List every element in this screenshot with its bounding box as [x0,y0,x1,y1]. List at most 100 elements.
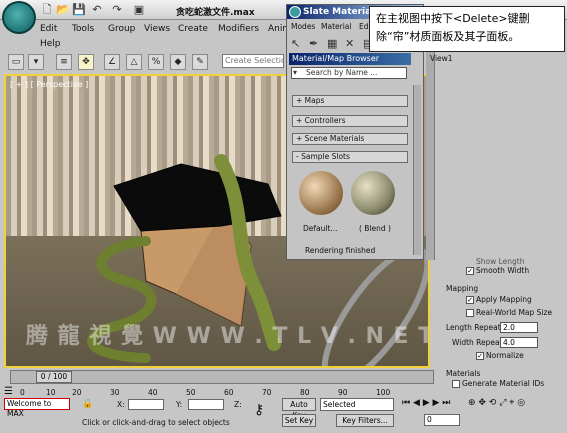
menu-modifiers[interactable]: Modifiers [218,24,259,34]
app-window: 🗋 📂 💾 ↶ ↷ ▣ 贪吃蛇激文件.max Edit Tools Group … [0,0,567,433]
menu-views[interactable]: Views [144,24,170,34]
tick-70: 70 [262,388,272,397]
timeline-config-icon[interactable]: ☰ [4,386,13,397]
view-panel [434,48,566,260]
maxscript-listener[interactable]: Welcome to MAX [4,398,70,418]
slate-menu-modes[interactable]: Modes [291,22,315,31]
rollout-maps[interactable]: + Maps [292,95,408,107]
generate-ids-label: Generate Material IDs [462,379,545,388]
tick-20: 20 [72,388,82,397]
rollout-sample-slots[interactable]: - Sample Slots [292,151,408,163]
sample-sphere-blend[interactable] [351,171,395,215]
snap-icon[interactable]: ∠ [104,54,120,70]
select-icon[interactable]: ▭ [8,54,24,70]
slot-default-label: Default... [303,224,338,233]
x-coord-field[interactable] [128,399,164,410]
file-title: 贪吃蛇激文件.max [176,8,255,18]
pick-icon[interactable]: ↖ [291,37,300,50]
menu-group[interactable]: Group [108,24,135,34]
slot-blend-label: ( Blend ) [359,224,391,233]
width-repeat-input[interactable]: 4.0 [500,337,538,348]
mapping-header: Mapping [446,284,479,293]
slate-logo-icon [289,6,301,18]
real-world-label: Real-World Map Size [476,308,553,317]
normalize-checkbox[interactable]: ✓ [476,352,484,360]
menu-create[interactable]: Create [178,24,208,34]
search-input[interactable]: Search by Name ... [291,67,407,79]
callout-box: 在主视图中按下<Delete>键删除“帘”材质面板及其子面板。 [369,6,565,52]
apply-mapping-label: Apply Mapping [476,295,532,304]
open-icon[interactable]: 📂 [56,3,70,17]
set-key-button[interactable]: Set Key [282,414,316,427]
status-prompt: Click or click-and-drag to select object… [82,418,230,427]
tick-10: 10 [46,388,56,397]
select-name-icon[interactable]: ≡ [56,54,72,70]
apply-mapping-checkbox[interactable]: ✓ [466,296,474,304]
menu-tools[interactable]: Tools [72,24,94,34]
rollout-controllers[interactable]: + Controllers [292,115,408,127]
menu-help[interactable]: Help [40,39,61,49]
new-icon[interactable]: 🗋 [40,3,54,17]
playback-controls[interactable]: ⏮ ◀ ▶ ▶ ⏭ [402,398,450,408]
browser-title: Material/Map Browser [289,53,411,65]
project-icon[interactable]: ▣ [132,3,146,17]
spinner-snap-icon[interactable]: ◆ [170,54,186,70]
smooth-width-label: Smooth Width [476,266,530,275]
smooth-width-checkbox[interactable]: ✓ [466,267,474,275]
key-filters-button[interactable]: Key Filters... [336,414,394,427]
length-repeat-input[interactable]: 2.0 [500,322,538,333]
lock-icon[interactable]: 🔒 [82,399,93,409]
browser-scrollbar[interactable] [413,85,421,255]
rollout-maps-label: Maps [304,96,325,105]
tick-90: 90 [338,388,348,397]
watermark-text: 腾 龍 視 覺 W W W . T L V . N E T [26,324,430,349]
viewport-nav-icons[interactable]: ⊕ ✥ ⟲ ⤢ ⌖ ◎ [468,398,525,408]
rollout-controllers-label: Controllers [304,116,346,125]
show-length-label: Show Length [476,257,525,266]
tick-100: 100 [376,388,391,397]
search-icon: ▾ [293,68,298,77]
view-tab[interactable]: View1 [430,54,453,63]
tick-50: 50 [186,388,196,397]
real-world-checkbox[interactable] [466,309,474,317]
time-slider[interactable] [10,370,434,384]
auto-key-button[interactable]: Auto Key [282,398,316,420]
length-repeat-label: Length Repeat: [446,323,504,332]
move-icon[interactable]: ✥ [78,54,94,70]
save-icon[interactable]: 💾 [72,3,86,17]
tick-80: 80 [300,388,310,397]
undo-icon[interactable]: ↶ [90,3,104,17]
dropdown-icon[interactable]: ▾ [28,54,44,70]
current-frame-field[interactable]: 0 [424,414,460,426]
rollout-scene-materials[interactable]: + Scene Materials [292,133,408,145]
rollout-scene-materials-label: Scene Materials [304,134,365,143]
tick-30: 30 [110,388,120,397]
redo-icon[interactable]: ↷ [110,3,124,17]
delete-icon[interactable]: ✕ [345,37,354,50]
key-mode-select[interactable]: Selected [320,398,394,411]
width-repeat-label: Width Repeat: [452,338,506,347]
tick-40: 40 [148,388,158,397]
app-logo-icon[interactable] [2,1,36,34]
eyedropper-icon[interactable]: ✒ [309,37,318,50]
z-label: Z: [234,400,242,409]
y-label: Y: [176,400,183,409]
x-label: X: [117,400,125,409]
view-splitter[interactable] [426,48,434,260]
y-coord-field[interactable] [188,399,224,410]
slate-menu-material[interactable]: Material [321,22,351,31]
selection-set-input[interactable]: Create Selection S [222,54,284,68]
grid-icon[interactable]: ▦ [327,37,337,50]
angle-snap-icon[interactable]: △ [126,54,142,70]
edit-named-icon[interactable]: ✎ [192,54,208,70]
generate-ids-checkbox[interactable] [452,380,460,388]
sample-sphere-default[interactable] [299,171,343,215]
menu-edit[interactable]: Edit [40,24,57,34]
percent-snap-icon[interactable]: % [148,54,164,70]
render-status: Rendering finished [305,246,376,255]
frame-counter[interactable]: 0 / 100 [36,371,72,383]
key-icon: ⚷ [254,402,265,418]
viewport-label[interactable]: [ + ] [ Perspective ] [10,80,88,89]
rollout-sample-slots-label: Sample Slots [301,152,350,161]
materials-header: Materials [446,369,481,378]
